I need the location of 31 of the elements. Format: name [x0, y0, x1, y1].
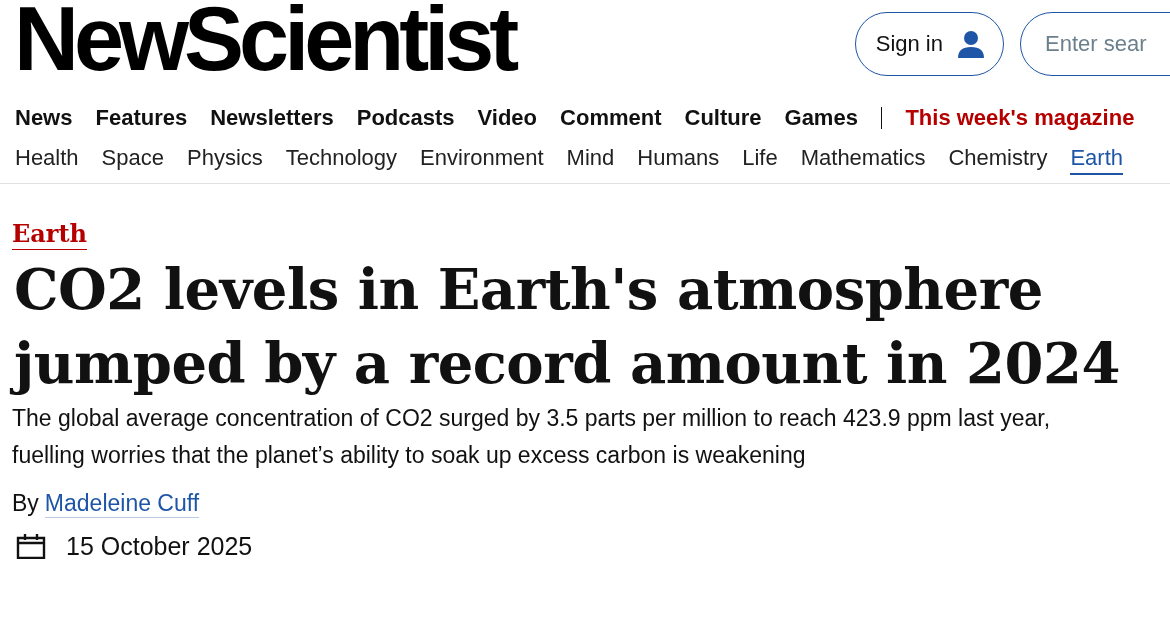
author-link[interactable]: Madeleine Cuff [44, 489, 200, 518]
topic-link[interactable]: Health [15, 145, 79, 173]
nav-link[interactable]: Features [95, 105, 188, 131]
nav-link[interactable]: News [15, 105, 73, 131]
publish-date: 15 October 2025 [66, 531, 253, 561]
standfirst: The global average concentration of CO2 surged by 3.5 parts per million to reach 423.9 ppm last year, fuelling worries that the planet’s ability to soak up excess carbon is weakening [12, 403, 1052, 470]
topic-link[interactable]: Humans [637, 145, 720, 173]
calendar-icon [16, 533, 46, 560]
site-logo[interactable]: NewScientist [14, 0, 523, 84]
nav-link[interactable]: Newsletters [210, 105, 334, 131]
nav-link[interactable]: Video [477, 105, 538, 131]
topic-link[interactable]: Space [101, 145, 164, 173]
nav-link[interactable]: Games [784, 105, 858, 131]
search-field[interactable]: Enter sear [1020, 12, 1170, 76]
topic-link[interactable]: Technology [285, 145, 398, 173]
byline-label: By [12, 489, 39, 518]
topic-link[interactable]: Environment [420, 145, 544, 173]
user-icon [957, 30, 985, 58]
nav-link[interactable]: Comment [560, 105, 662, 131]
topic-link[interactable]: Chemistry [948, 145, 1048, 173]
topic-link[interactable]: Mind [566, 145, 615, 173]
topic-link[interactable]: Earth [1070, 145, 1124, 175]
headline: CO2 levels in Earth's atmosphere jumped by a record amount in 2024 [8, 251, 1158, 406]
topic-link[interactable]: Physics [187, 145, 263, 173]
topic-link[interactable]: Life [742, 145, 778, 173]
topic-link[interactable]: Mathematics [800, 145, 926, 173]
nav-link[interactable]: Podcasts [356, 105, 455, 131]
nav-link[interactable]: Culture [684, 105, 762, 131]
sign-in-button[interactable]: Sign in [854, 12, 1004, 76]
section-link[interactable]: Earth [12, 220, 88, 250]
nav-link[interactable]: This week's magazine [905, 105, 1135, 131]
